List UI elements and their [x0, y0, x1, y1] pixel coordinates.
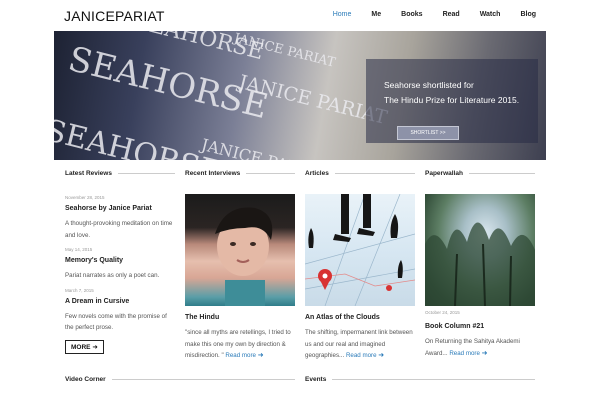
review-text: Pariat narrates as only a poet can.	[65, 272, 160, 279]
nav-watch[interactable]: Watch	[480, 11, 501, 18]
shortlist-button[interactable]: SHORTLIST >>	[397, 126, 459, 140]
paperwallah-title[interactable]: Book Column #21	[425, 323, 535, 330]
arrow-right-icon: ➜	[481, 349, 488, 357]
interview-excerpt: "since all myths are retellings, I tried…	[185, 327, 295, 362]
heading-rule	[246, 173, 295, 174]
review-date: March 7, 2015	[65, 287, 94, 293]
main-nav: Home Me Books Read Watch Blog	[313, 11, 536, 18]
review-title[interactable]: Seahorse by Janice Pariat	[65, 205, 175, 212]
nav-books[interactable]: Books	[401, 11, 422, 18]
hero-book-text: JANICE PARIAT	[199, 135, 329, 160]
arrow-right-icon: ➜	[378, 352, 385, 359]
events-heading: Events	[305, 376, 535, 383]
nav-blog[interactable]: Blog	[520, 11, 536, 18]
hero-subtitle: The Hindu Prize for Literature 2015.	[384, 95, 520, 105]
site-logo[interactable]: JANICEPARIAT	[64, 8, 165, 24]
nav-home[interactable]: Home	[333, 11, 352, 18]
hero-overlay: Seahorse shortlisted for The Hindu Prize…	[366, 59, 538, 143]
heading-rule	[332, 379, 535, 380]
arrow-right-icon: ➜	[257, 352, 264, 359]
articles-heading: Articles	[305, 170, 415, 177]
article-illustration[interactable]	[305, 194, 415, 306]
read-more-link[interactable]: Read more	[346, 352, 377, 359]
recent-interviews-heading: Recent Interviews	[185, 170, 295, 177]
review-text: Few novels come with the promise of the …	[65, 312, 167, 332]
paperwallah-column: Paperwallah October 24, 2015 Book Column…	[425, 170, 535, 359]
recent-interviews-column: Recent Interviews The Hindu "since all m…	[185, 170, 295, 362]
interview-photo[interactable]	[185, 194, 295, 306]
section-title: Paperwallah	[425, 170, 463, 177]
paperwallah-heading: Paperwallah	[425, 170, 535, 177]
review-title[interactable]: Memory's Quality	[65, 257, 175, 264]
nav-read[interactable]: Read	[443, 11, 460, 18]
section-title: Articles	[305, 170, 329, 177]
heading-rule	[468, 173, 535, 174]
more-button-label: MORE	[71, 343, 91, 351]
heading-rule	[111, 379, 295, 380]
article-excerpt: The shifting, impermanent link between u…	[305, 327, 415, 362]
heading-rule	[117, 173, 175, 174]
latest-reviews-heading: Latest Reviews	[65, 170, 175, 177]
section-title: Video Corner	[65, 376, 106, 383]
interview-title[interactable]: The Hindu	[185, 314, 295, 321]
review-text: A thought-provoking meditation on time a…	[65, 220, 173, 239]
section-title: Events	[305, 376, 327, 383]
more-reviews-button[interactable]: MORE ➜	[65, 339, 104, 354]
read-more-link[interactable]: Read more	[449, 350, 480, 357]
read-more-link[interactable]: Read more	[225, 352, 256, 359]
paperwallah-photo[interactable]	[425, 194, 535, 306]
articles-column: Articles An Atlas of the Clouds The shif…	[305, 170, 415, 362]
paperwallah-date: October 24, 2015	[425, 310, 460, 315]
review-date: November 28, 2015	[65, 195, 105, 200]
site-header: JANICEPARIAT Home Me Books Read Watch Bl…	[0, 0, 600, 30]
review-title[interactable]: A Dream in Cursive	[65, 298, 175, 305]
video-corner-heading: Video Corner	[65, 376, 295, 383]
arrow-right-icon: ➜	[92, 343, 98, 351]
paperwallah-excerpt: On Returning the Sahitya Akademi Award..…	[425, 336, 535, 359]
review-date: May 14, 2015	[65, 247, 93, 252]
nav-me[interactable]: Me	[371, 11, 381, 18]
hero-title: Seahorse shortlisted for	[384, 80, 474, 90]
section-title: Latest Reviews	[65, 170, 112, 177]
latest-reviews-column: Latest Reviews November 28, 2015 Seahors…	[65, 170, 175, 354]
section-title: Recent Interviews	[185, 170, 241, 177]
hero-banner: SEAHORSE JANICE PARIAT SEAHORSE JANICE P…	[54, 31, 546, 160]
article-title[interactable]: An Atlas of the Clouds	[305, 314, 415, 321]
heading-rule	[334, 173, 415, 174]
